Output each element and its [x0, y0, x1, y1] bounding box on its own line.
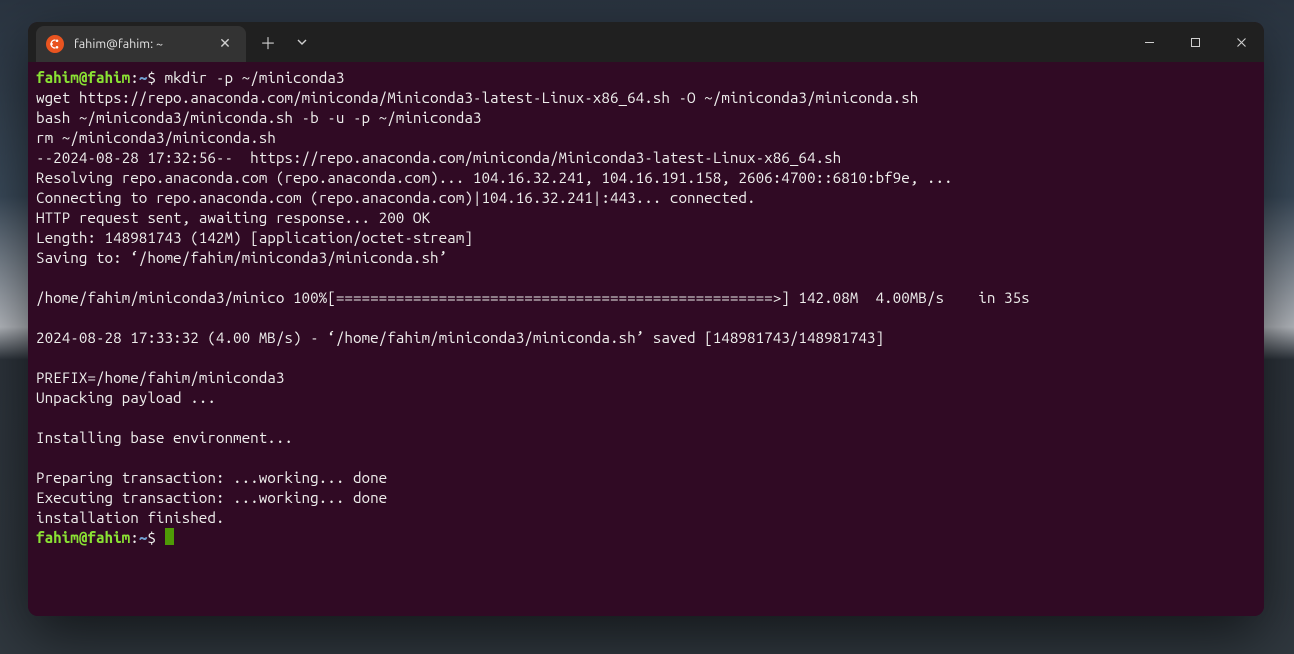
- prompt-symbol: $: [147, 69, 156, 86]
- terminal-output[interactable]: fahim@fahim:~$ mkdir -p ~/miniconda3 wge…: [28, 62, 1264, 616]
- titlebar[interactable]: fahim@fahim: ~ ✕ ＋: [28, 22, 1264, 62]
- output-line: --2024-08-28 17:32:56-- https://repo.ana…: [36, 149, 841, 166]
- output-line: installation finished.: [36, 509, 224, 526]
- maximize-button[interactable]: [1172, 22, 1218, 62]
- output-line: HTTP request sent, awaiting response... …: [36, 209, 430, 226]
- close-button[interactable]: [1218, 22, 1264, 62]
- ubuntu-logo-icon: [46, 35, 64, 53]
- output-line: 2024-08-28 17:33:32 (4.00 MB/s) - ‘/home…: [36, 329, 884, 346]
- output-line: Preparing transaction: ...working... don…: [36, 469, 387, 486]
- prompt-user: fahim@fahim: [36, 69, 130, 86]
- prompt-separator: :: [130, 529, 139, 546]
- output-line: PREFIX=/home/fahim/miniconda3: [36, 369, 284, 386]
- command-line: mkdir -p ~/miniconda3: [156, 69, 344, 86]
- output-line: rm ~/miniconda3/miniconda.sh: [36, 129, 276, 146]
- output-line: Saving to: ‘/home/fahim/miniconda3/minic…: [36, 249, 447, 266]
- output-line: bash ~/miniconda3/miniconda.sh -b -u -p …: [36, 109, 481, 126]
- cursor-block-icon: [165, 528, 174, 545]
- output-line: Length: 148981743 (142M) [application/oc…: [36, 229, 473, 246]
- tab-actions: ＋: [246, 22, 318, 62]
- minimize-button[interactable]: [1126, 22, 1172, 62]
- titlebar-drag-region[interactable]: [318, 22, 1126, 62]
- tab-dropdown-button[interactable]: [286, 26, 318, 58]
- prompt-separator: :: [130, 69, 139, 86]
- output-line: Connecting to repo.anaconda.com (repo.an…: [36, 189, 756, 206]
- output-line: wget https://repo.anaconda.com/miniconda…: [36, 89, 918, 106]
- tab-title: fahim@fahim: ~: [74, 37, 206, 51]
- new-tab-button[interactable]: ＋: [252, 26, 284, 58]
- window-controls: [1126, 22, 1264, 62]
- output-line: Installing base environment...: [36, 429, 293, 446]
- output-line: Unpacking payload ...: [36, 389, 216, 406]
- output-line: /home/fahim/miniconda3/minico 100%[=====…: [36, 289, 1030, 306]
- output-line: Executing transaction: ...working... don…: [36, 489, 387, 506]
- terminal-window: fahim@fahim: ~ ✕ ＋ fahim@fahim:~$ mkdir …: [28, 22, 1264, 616]
- prompt-symbol: $: [147, 529, 156, 546]
- prompt-user: fahim@fahim: [36, 529, 130, 546]
- output-line: Resolving repo.anaconda.com (repo.anacon…: [36, 169, 953, 186]
- terminal-tab[interactable]: fahim@fahim: ~ ✕: [36, 26, 246, 62]
- tab-close-button[interactable]: ✕: [216, 35, 234, 53]
